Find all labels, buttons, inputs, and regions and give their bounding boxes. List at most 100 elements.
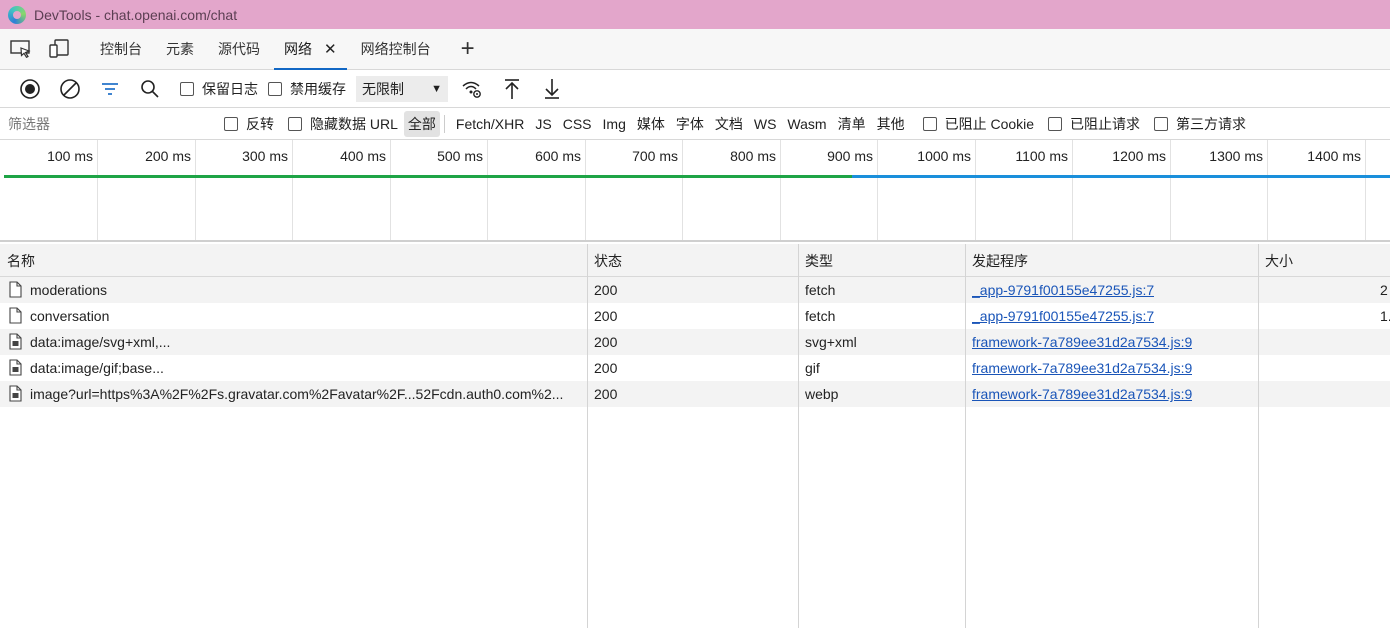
checkbox-box[interactable] <box>1048 116 1063 131</box>
checkbox-box[interactable] <box>922 116 937 131</box>
column-divider[interactable] <box>587 244 588 628</box>
timeline-tick-label: 1000 ms <box>917 148 971 164</box>
blocked-cookies-checkbox[interactable]: 已阻止 Cookie <box>922 114 1034 134</box>
request-type: fetch <box>805 308 836 324</box>
column-header-size[interactable]: 大小 <box>1265 251 1293 271</box>
document-icon <box>9 307 22 324</box>
tab-network-console[interactable]: 网络控制台 <box>349 29 443 69</box>
table-header: 名称 状态 类型 发起程序 大小 <box>0 244 1390 277</box>
hide-data-urls-checkbox[interactable]: 隐藏数据 URL <box>288 114 398 134</box>
network-conditions-button[interactable] <box>452 71 492 107</box>
device-emulation-icon[interactable] <box>40 29 78 69</box>
column-header-name[interactable]: 名称 <box>7 251 35 271</box>
invert-checkbox[interactable]: 反转 <box>224 114 274 134</box>
clear-button[interactable] <box>50 71 90 107</box>
filter-input[interactable]: 筛选器 <box>0 113 210 135</box>
type-filter-media[interactable]: 媒体 <box>633 111 669 137</box>
column-divider[interactable] <box>1258 244 1259 628</box>
filter-toggle-button[interactable] <box>90 71 130 107</box>
column-header-status[interactable]: 状态 <box>594 251 622 271</box>
timeline-gridline <box>97 140 98 240</box>
timeline-overview[interactable]: 100 ms 200 ms 300 ms 400 ms 500 ms 600 ms 700 … <box>0 140 1390 242</box>
column-divider[interactable] <box>965 244 966 628</box>
type-filter-img[interactable]: Img <box>599 113 630 135</box>
type-filter-doc[interactable]: 文档 <box>711 111 747 137</box>
window-title: DevTools - chat.openai.com/chat <box>34 6 238 23</box>
inspect-element-icon[interactable] <box>2 29 40 69</box>
third-party-checkbox[interactable]: 第三方请求 <box>1154 114 1246 134</box>
tab-network[interactable]: 网络 ✕ <box>272 29 349 70</box>
table-row[interactable]: image?url=https%3A%2F%2Fs.gravatar.com%2… <box>0 381 1390 407</box>
timeline-gridline <box>975 140 976 240</box>
table-row[interactable]: data:image/svg+xml,... 200 svg+xml framewor… <box>0 329 1390 355</box>
request-type: webp <box>805 386 839 402</box>
tab-label: 网络控制台 <box>360 41 431 57</box>
type-filter-js[interactable]: JS <box>531 113 555 135</box>
column-header-type[interactable]: 类型 <box>805 251 833 271</box>
devtools-tabbar: 控制台 元素 源代码 网络 ✕ 网络控制台 + <box>0 29 1390 70</box>
image-file-icon <box>9 385 22 402</box>
request-initiator-link[interactable]: _app-9791f00155e47255.js:7 <box>972 308 1154 324</box>
table-row[interactable]: conversation 200 fetch _app-9791f00155e4725… <box>0 303 1390 329</box>
search-icon <box>141 79 159 98</box>
checkbox-box[interactable] <box>1154 116 1169 131</box>
disable-cache-label: 禁用缓存 <box>290 80 346 97</box>
request-initiator-link[interactable]: framework-7a789ee31d2a7534.js:9 <box>972 334 1192 350</box>
request-status: 200 <box>594 386 618 402</box>
preserve-log-checkbox[interactable]: 保留日志 <box>180 79 258 99</box>
export-har-button[interactable] <box>532 71 572 107</box>
type-filter-manifest[interactable]: 清单 <box>834 111 870 137</box>
checkbox-box[interactable] <box>268 81 282 96</box>
close-icon[interactable]: ✕ <box>324 40 337 58</box>
disable-cache-checkbox[interactable]: 禁用缓存 <box>268 79 346 99</box>
add-tab-icon[interactable]: + <box>461 35 475 63</box>
document-icon <box>9 281 22 298</box>
tab-console[interactable]: 控制台 <box>88 29 154 69</box>
table-row[interactable]: data:image/gif;base... 200 gif framework-7a… <box>0 355 1390 381</box>
blocked-requests-checkbox[interactable]: 已阻止请求 <box>1048 114 1140 134</box>
request-type: fetch <box>805 282 836 298</box>
request-initiator-link[interactable]: framework-7a789ee31d2a7534.js:9 <box>972 386 1192 402</box>
request-table: 名称 状态 类型 发起程序 大小 moderations 200 fetch _app… <box>0 244 1390 628</box>
tab-label: 网络 <box>284 41 312 57</box>
type-filter-other[interactable]: 其他 <box>873 111 909 137</box>
timeline-gridline <box>585 140 586 240</box>
column-divider[interactable] <box>798 244 799 628</box>
tab-label: 源代码 <box>218 41 260 57</box>
table-row[interactable]: moderations 200 fetch _app-9791f00155e47255… <box>0 277 1390 303</box>
type-filter-all[interactable]: 全部 <box>403 110 440 137</box>
upload-icon <box>505 78 519 99</box>
filter-bar: 筛选器 反转 隐藏数据 URL 全部 Fetch/XHR JS CSS Img … <box>0 108 1390 140</box>
type-filter-css[interactable]: CSS <box>559 113 596 135</box>
request-size: 2 <box>1380 282 1388 298</box>
request-initiator-link[interactable]: _app-9791f00155e47255.js:7 <box>972 282 1154 298</box>
type-filter-fetch-xhr[interactable]: Fetch/XHR <box>452 113 528 135</box>
timeline-gridline <box>780 140 781 240</box>
timeline-tick-label: 1300 ms <box>1209 148 1263 164</box>
record-icon <box>20 78 40 99</box>
type-filter-font[interactable]: 字体 <box>672 111 708 137</box>
third-party-label: 第三方请求 <box>1176 115 1247 132</box>
search-button[interactable] <box>130 71 170 107</box>
type-filter-ws[interactable]: WS <box>750 113 781 135</box>
request-initiator-link[interactable]: framework-7a789ee31d2a7534.js:9 <box>972 360 1192 376</box>
record-button[interactable] <box>10 71 50 107</box>
tab-label: 元素 <box>166 41 194 57</box>
throttling-select[interactable]: 无限制 ▼ <box>356 75 448 102</box>
request-status: 200 <box>594 334 618 350</box>
type-filter-wasm[interactable]: Wasm <box>783 113 830 135</box>
download-icon <box>545 78 559 99</box>
checkbox-box[interactable] <box>288 116 302 131</box>
timeline-tick-label: 1200 ms <box>1112 148 1166 164</box>
import-har-button[interactable] <box>492 71 532 107</box>
timeline-bar-blue <box>852 175 1390 178</box>
checkbox-box[interactable] <box>224 116 238 131</box>
request-name: image?url=https%3A%2F%2Fs.gravatar.com%2… <box>30 386 564 402</box>
tab-elements[interactable]: 元素 <box>154 29 206 69</box>
request-type: gif <box>805 360 820 376</box>
column-header-initiator[interactable]: 发起程序 <box>972 251 1028 271</box>
timeline-tick-label: 1400 ms <box>1307 148 1361 164</box>
timeline-gridline <box>1170 140 1171 240</box>
checkbox-box[interactable] <box>180 81 194 96</box>
tab-sources[interactable]: 源代码 <box>206 29 272 69</box>
